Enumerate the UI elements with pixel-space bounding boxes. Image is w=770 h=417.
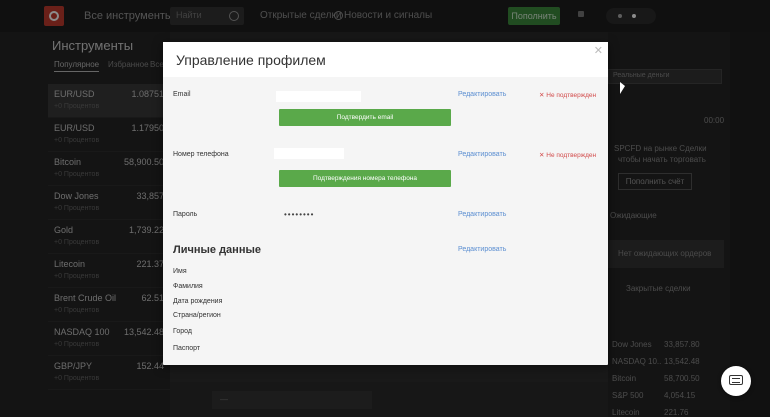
last-name-label: Фамилия [173, 283, 203, 290]
mouse-cursor-icon [620, 82, 625, 94]
passport-label: Паспорт [173, 345, 201, 352]
city-label: Город [173, 328, 192, 335]
chat-icon[interactable] [721, 366, 751, 396]
first-name-label: Имя [173, 268, 187, 275]
phone-status: ✕ Не подтвержден [539, 152, 597, 159]
modal-title: Управление профилем [176, 52, 326, 68]
personal-edit-link[interactable]: Редактировать [458, 246, 506, 253]
close-icon[interactable]: ✕ [594, 44, 603, 57]
confirm-email-button[interactable]: Подтвердить email [279, 109, 451, 126]
phone-edit-link[interactable]: Редактировать [458, 151, 506, 158]
modal-header: Управление профилем ✕ [163, 42, 608, 77]
phone-field [274, 148, 344, 159]
email-status: ✕ Не подтвержден [539, 92, 597, 99]
email-field [276, 91, 361, 102]
country-label: Страна/регион [173, 312, 221, 319]
personal-data-title: Личные данные [173, 244, 261, 256]
password-label: Пароль [173, 211, 198, 218]
profile-modal: Управление профилем ✕ Email Редактироват… [163, 42, 608, 365]
email-label: Email [173, 91, 191, 98]
birthdate-label: Дата рождения [173, 298, 223, 305]
password-value: •••••••• [284, 210, 315, 219]
email-edit-link[interactable]: Редактировать [458, 91, 506, 98]
password-edit-link[interactable]: Редактировать [458, 211, 506, 218]
phone-label: Номер телефона [173, 151, 229, 158]
confirm-phone-button[interactable]: Подтверждения номера телефона [279, 170, 451, 187]
